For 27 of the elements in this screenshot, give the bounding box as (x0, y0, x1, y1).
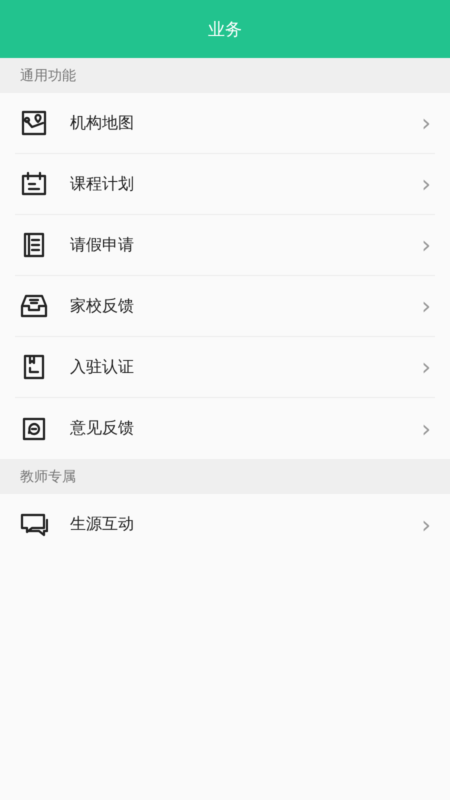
chevron-icon: › (421, 512, 431, 536)
chevron-icon: › (421, 172, 431, 196)
menu-item[interactable]: 请假申请 › (15, 215, 435, 276)
section-title: 通用功能 (20, 66, 76, 84)
menu-item[interactable]: 家校反馈 › (15, 276, 435, 337)
item-label: 生源互动 (70, 514, 135, 535)
item-label: 课程计划 (70, 174, 135, 194)
chevron-icon: › (421, 416, 431, 440)
page-title: 业务 (208, 18, 242, 40)
menu-item[interactable]: 机构地图 › (15, 93, 435, 154)
menu-item[interactable]: 课程计划 › (15, 154, 435, 215)
section-title: 教师专属 (20, 468, 76, 486)
calendar-icon (20, 170, 48, 198)
chevron-icon: › (421, 294, 431, 318)
menu-item[interactable]: 意见反馈 › (15, 398, 435, 459)
item-label: 机构地图 (70, 112, 135, 134)
item-label: 入驻认证 (70, 356, 135, 378)
map-icon (20, 109, 48, 137)
chevron-icon: › (421, 355, 431, 379)
menu-item[interactable]: 入驻认证 › (15, 337, 435, 398)
chevron-icon: › (421, 111, 431, 135)
item-label: 意见反馈 (70, 418, 135, 439)
menu-item[interactable]: 生源互动 › (15, 494, 435, 555)
item-label: 请假申请 (70, 234, 135, 256)
inbox-icon (20, 292, 48, 320)
chevron-icon: › (421, 233, 431, 257)
item-label: 家校反馈 (70, 296, 135, 316)
